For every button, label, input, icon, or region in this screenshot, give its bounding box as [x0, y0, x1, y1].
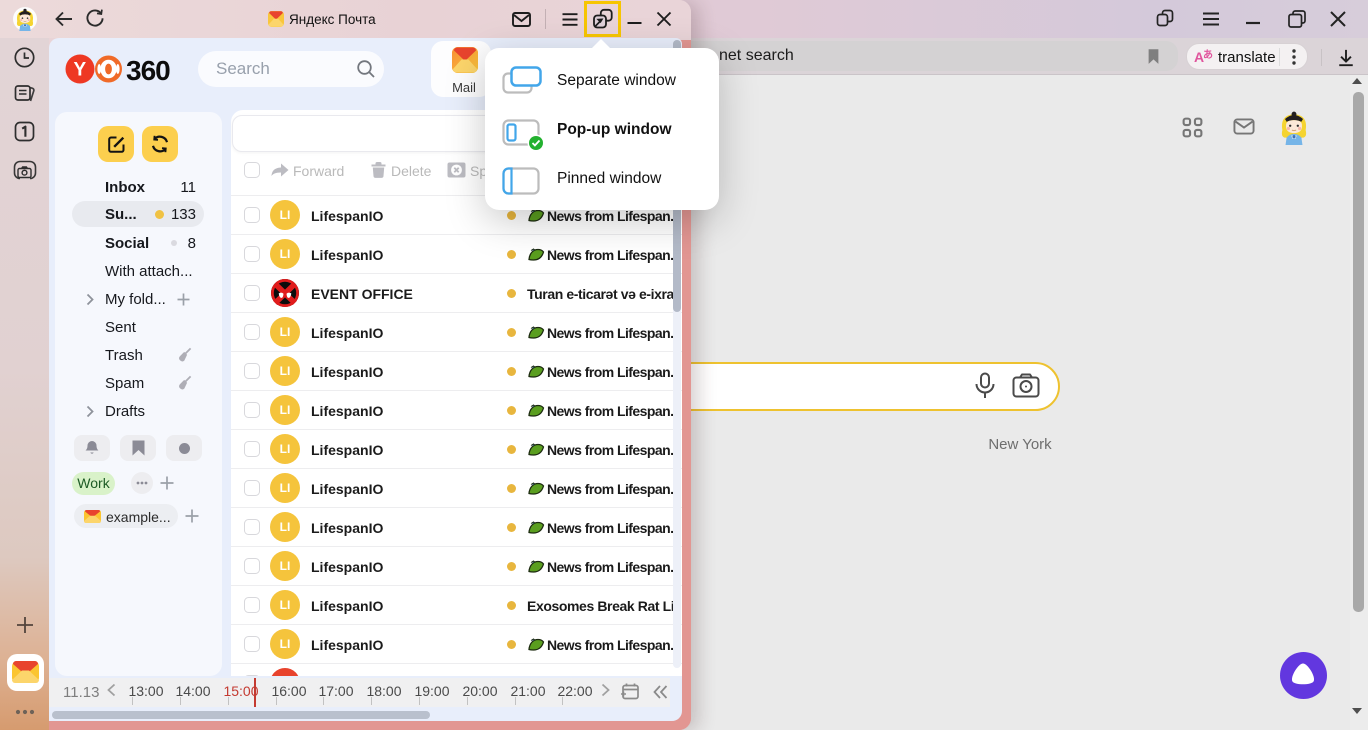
svg-text:Y: Y	[74, 60, 87, 81]
svg-text:あ: あ	[1203, 48, 1213, 61]
